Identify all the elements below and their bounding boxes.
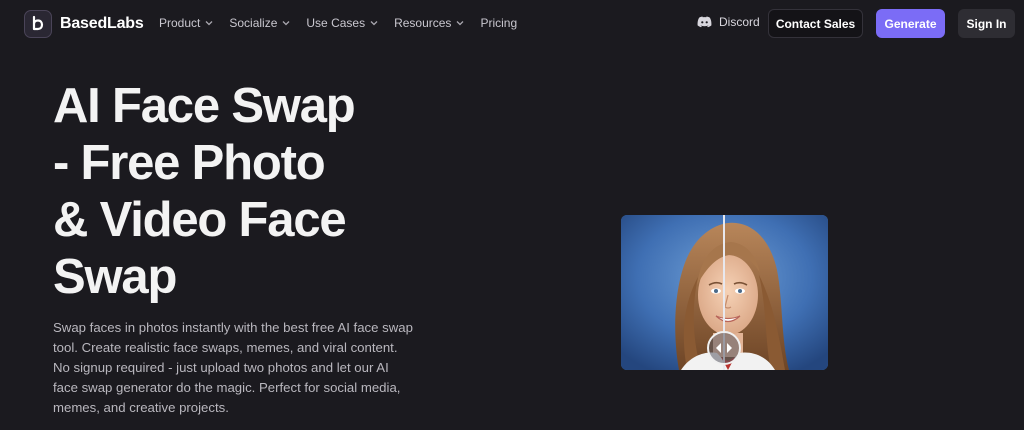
hero-title-line: Swap xyxy=(53,250,177,304)
brand-logo-link[interactable]: BasedLabs xyxy=(24,10,144,38)
nav-item-label: Pricing xyxy=(480,16,518,30)
nav-item-label: Product xyxy=(159,16,201,30)
contact-sales-button[interactable]: Contact Sales xyxy=(768,9,863,38)
top-navigation-bar: BasedLabs Product Socialize Use Cases Re… xyxy=(0,0,1024,48)
nav-item-socialize[interactable]: Socialize xyxy=(229,16,291,30)
hero-title: AI Face Swap - Free Photo & Video Face S… xyxy=(53,78,473,306)
nav-item-pricing[interactable]: Pricing xyxy=(480,16,517,30)
hero-title-line: & Video Face xyxy=(53,193,347,247)
chevron-down-icon xyxy=(205,21,213,26)
chevron-down-icon xyxy=(282,21,290,26)
discord-label: Discord xyxy=(719,15,760,29)
nav-item-label: Use Cases xyxy=(306,16,366,30)
slider-handle[interactable] xyxy=(707,331,741,365)
page: BasedLabs Product Socialize Use Cases Re… xyxy=(0,0,1024,430)
generate-button[interactable]: Generate xyxy=(876,9,945,38)
chevron-down-icon xyxy=(370,21,378,26)
hero-title-line: - Free Photo xyxy=(53,136,326,190)
nav-item-use-cases[interactable]: Use Cases xyxy=(306,16,379,30)
discord-link[interactable]: Discord xyxy=(697,15,760,29)
hero-description: Swap faces in photos instantly with the … xyxy=(53,320,413,415)
brand-name: BasedLabs xyxy=(60,15,144,32)
b-logo-icon xyxy=(24,10,52,38)
hero-title-line: AI Face Swap xyxy=(53,79,356,133)
nav-item-product[interactable]: Product xyxy=(159,16,214,30)
face-swap-comparison-slider[interactable] xyxy=(621,215,828,370)
main-nav: Product Socialize Use Cases Resources Pr… xyxy=(159,0,532,46)
arrows-left-right-icon xyxy=(716,343,732,353)
sign-in-button[interactable]: Sign In xyxy=(958,9,1015,38)
nav-item-label: Socialize xyxy=(229,16,278,30)
discord-icon xyxy=(697,16,712,28)
nav-item-label: Resources xyxy=(394,16,452,30)
nav-item-resources[interactable]: Resources xyxy=(394,16,465,30)
chevron-down-icon xyxy=(456,21,464,26)
